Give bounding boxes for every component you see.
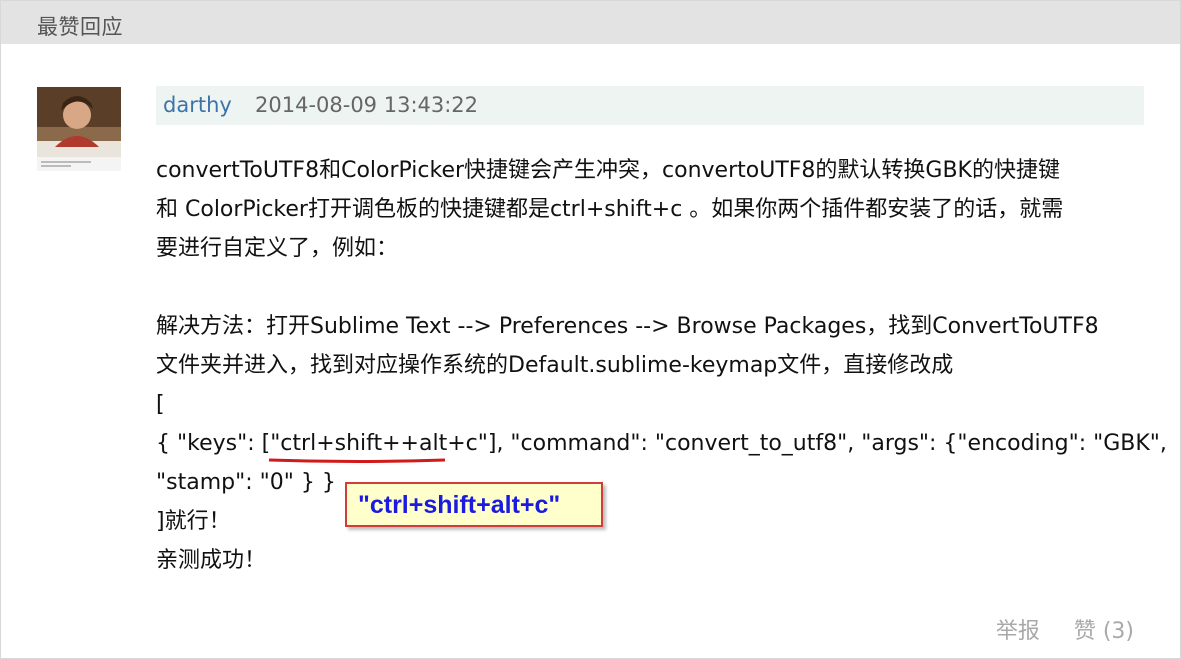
comment-line: [ <box>156 392 165 417</box>
comment-line: 要进行自定义了，例如： <box>156 236 399 261</box>
correction-callout-text: "ctrl+shift+alt+c" <box>358 491 561 519</box>
comment-line: 解决方法：打开Sublime Text --> Preferences --> … <box>156 314 1099 339</box>
comment-line: 文件夹并进入，找到对应操作系统的Default.sublime-keymap文件… <box>156 353 954 378</box>
report-button[interactable]: 举报 <box>996 613 1040 645</box>
comment-body: convertToUTF8和ColorPicker快捷键会产生冲突，conver… <box>156 151 1167 580</box>
author-link[interactable]: darthy <box>163 93 232 117</box>
top-replies-panel: 最赞回应 darthy 2014-08-09 13:43:22 convertT… <box>0 0 1181 659</box>
correction-callout: "ctrl+shift+alt+c" <box>345 482 603 527</box>
like-button[interactable]: 赞 (3) <box>1074 613 1134 645</box>
comment-line: "stamp": "0" } } <box>156 470 336 495</box>
panel-title: 最赞回应 <box>37 15 123 39</box>
comment-actions: 举报 赞 (3) <box>996 613 1134 645</box>
avatar[interactable] <box>37 87 121 171</box>
panel-header: 最赞回应 <box>1 1 1180 44</box>
avatar-photo <box>37 87 121 171</box>
comment-line: 和 ColorPicker打开调色板的快捷键都是ctrl+shift+c 。如果… <box>156 197 1064 222</box>
comment-timestamp: 2014-08-09 13:43:22 <box>255 93 479 117</box>
comment-blank-line <box>156 268 1146 307</box>
comment-meta-bar: darthy 2014-08-09 13:43:22 <box>156 86 1144 125</box>
comment-line: 亲测成功！ <box>156 548 267 573</box>
red-underline-annotation <box>268 458 446 463</box>
comment-line: convertToUTF8和ColorPicker快捷键会产生冲突，conver… <box>156 158 1060 183</box>
comment-line: ]就行！ <box>156 509 231 534</box>
